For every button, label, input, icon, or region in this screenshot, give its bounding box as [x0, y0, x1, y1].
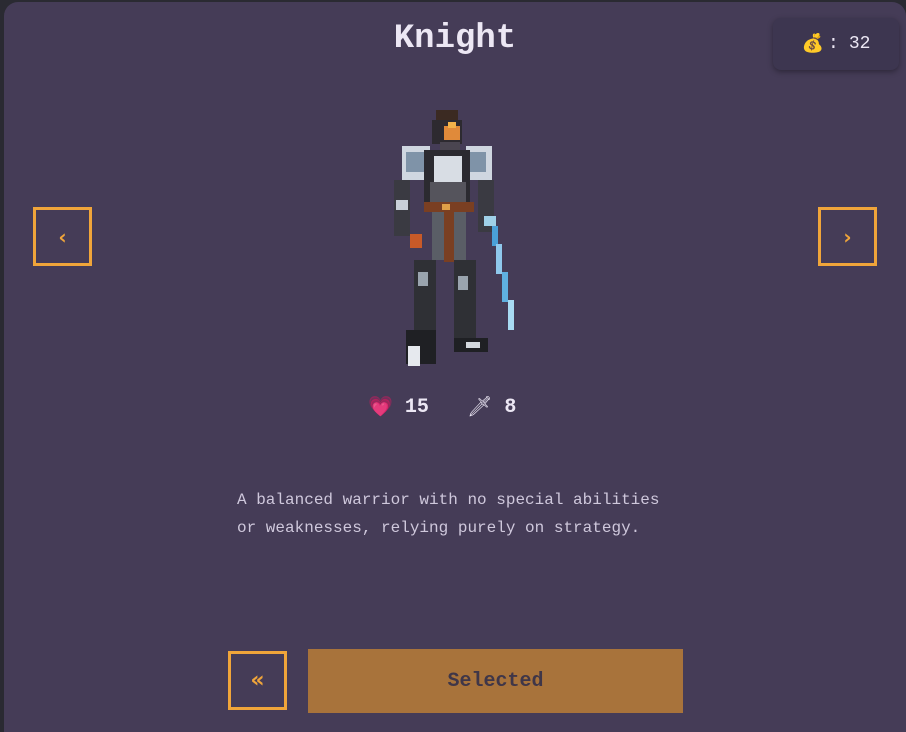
chevron-right-icon: › [843, 224, 852, 249]
character-description: A balanced warrior with no special abili… [237, 491, 660, 537]
double-chevron-left-icon: « [250, 668, 265, 693]
heart-icon: 💗 [368, 397, 393, 420]
money-bag-icon: 💰 [801, 35, 824, 55]
next-character-button[interactable]: › [818, 207, 877, 266]
coin-amount: 32 [848, 34, 871, 54]
back-button[interactable]: « [228, 651, 287, 710]
knight-sprite [394, 110, 514, 366]
dagger-icon: 🗡 [466, 397, 493, 420]
coin-counter: 💰 : 32 [773, 18, 899, 70]
character-name: Knight [393, 20, 517, 58]
attack-value: 8 [504, 395, 517, 419]
select-character-button[interactable]: Selected [308, 649, 683, 713]
character-stats: 💗 15 🗡 8 [368, 392, 516, 422]
health-value: 15 [404, 395, 429, 419]
coin-separator: : [828, 34, 839, 54]
previous-character-button[interactable]: ‹ [33, 207, 92, 266]
chevron-left-icon: ‹ [58, 224, 67, 249]
health-stat: 💗 15 [368, 394, 429, 421]
attack-stat: 🗡 8 [466, 394, 517, 421]
character-select-panel: Knight 💰 : 32 ‹ › 💗 15 🗡 8 A balanced wa… [4, 2, 906, 732]
